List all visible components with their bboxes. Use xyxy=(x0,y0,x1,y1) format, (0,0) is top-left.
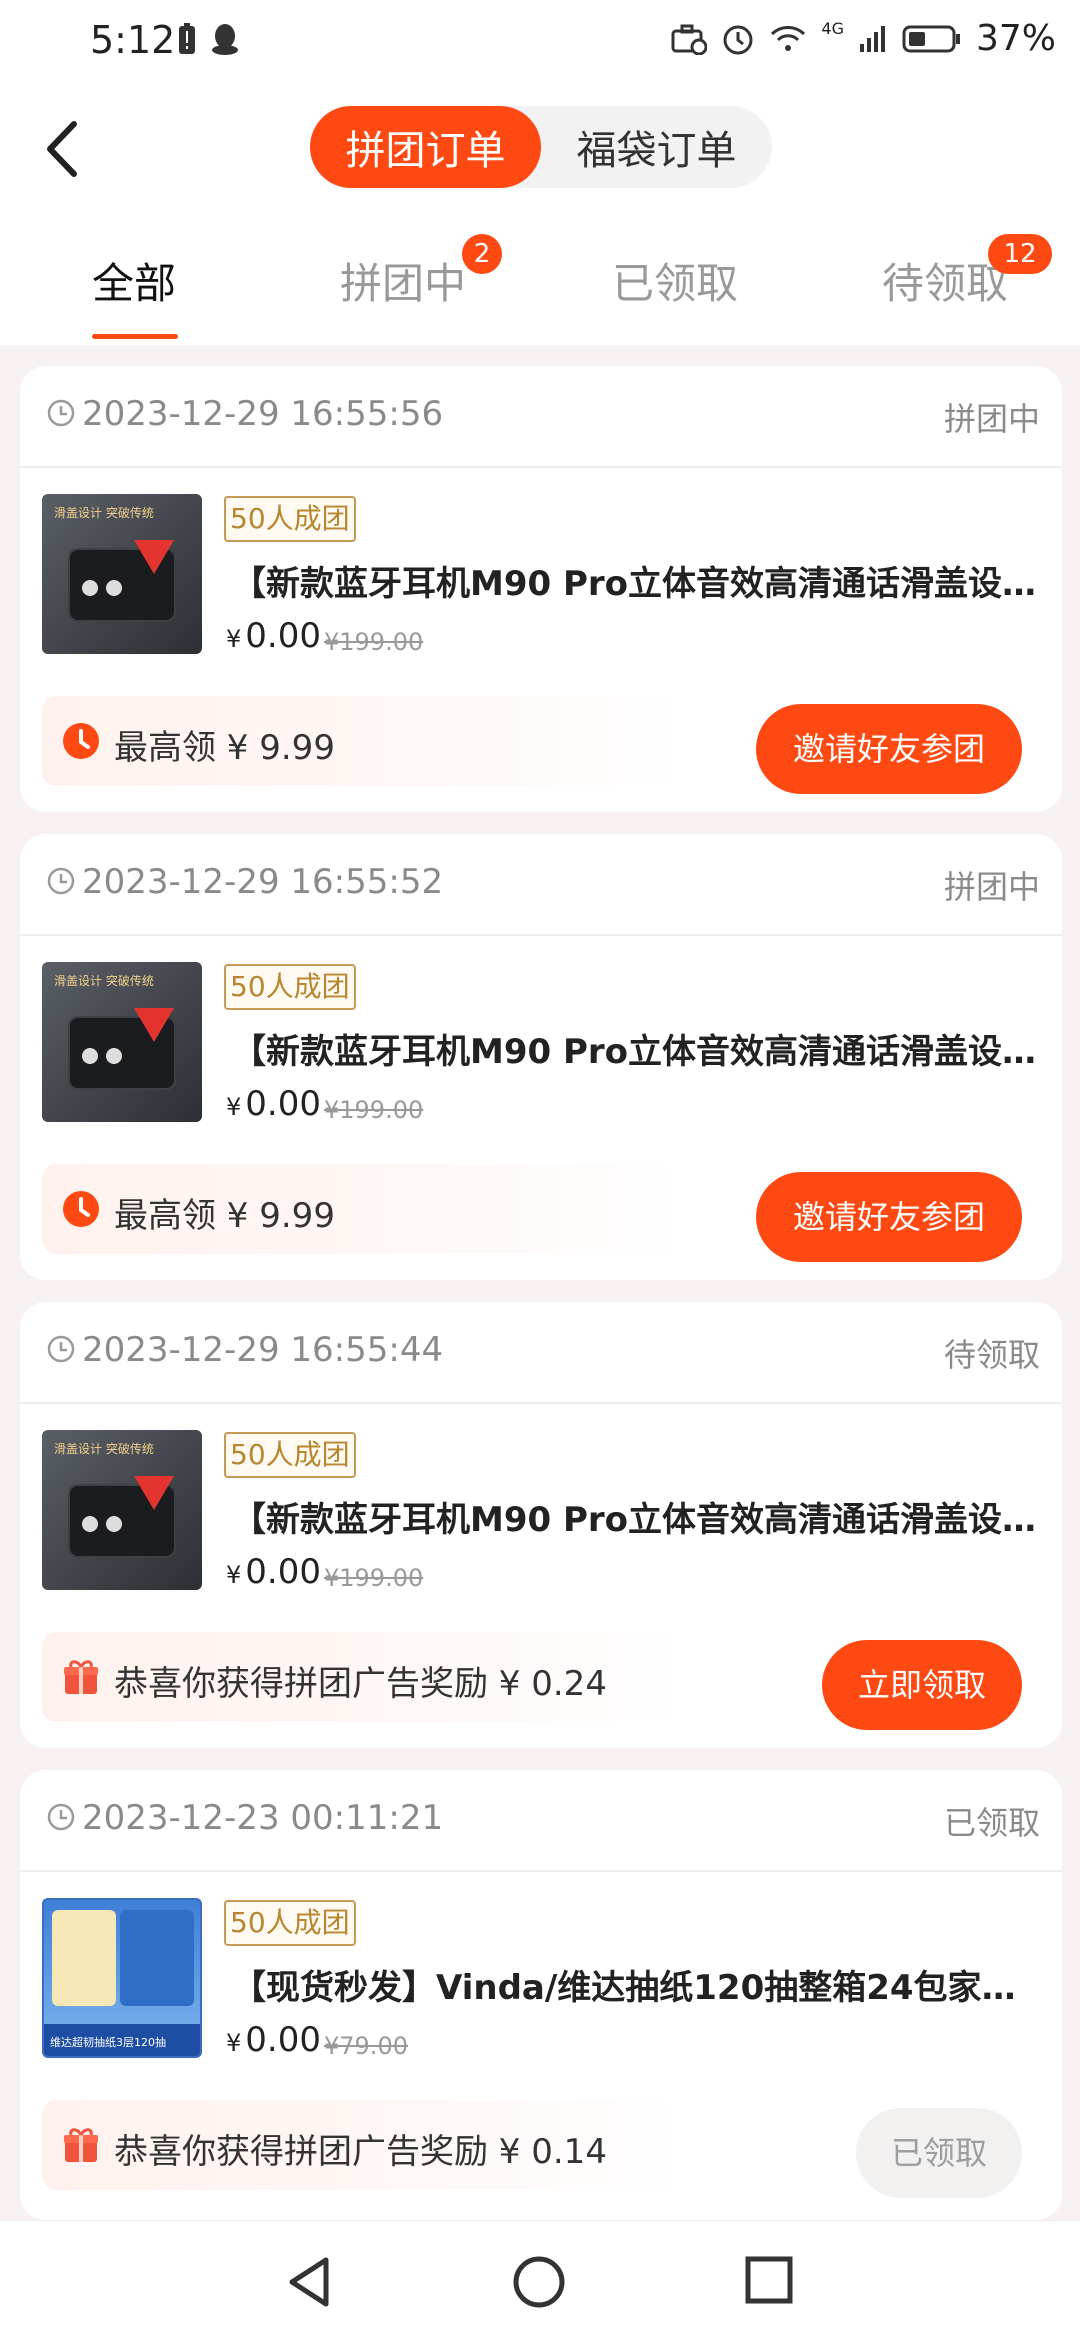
briefcase-icon xyxy=(671,24,708,55)
order-status: 拼团中 xyxy=(943,400,1040,438)
back-arrow-icon[interactable] xyxy=(34,114,94,184)
reward-strip: 最高领 ¥ 9.99 xyxy=(42,696,682,786)
battery-alert-icon xyxy=(179,23,195,54)
clock-outline-icon xyxy=(47,1335,75,1363)
product-title[interactable]: 【新款蓝牙耳机M90 Pro立体音效高清通话滑盖设计突破传统 xyxy=(232,556,1042,605)
claim-now-button[interactable]: 立即领取 xyxy=(822,1640,1022,1730)
order-status: 待领取 xyxy=(943,1336,1040,1374)
battery-icon xyxy=(902,25,960,52)
group-size-tag: 50人成团 xyxy=(224,964,356,1010)
gift-icon xyxy=(64,2128,98,2162)
order-card[interactable]: 2023-12-29 16:55:56 拼团中 滑盖设计 突破传统 50人成团 … xyxy=(20,366,1062,812)
order-card-header: 2023-12-29 16:55:56 拼团中 xyxy=(20,366,1062,468)
network-label: 4G xyxy=(821,19,844,38)
thumb-caption: 滑盖设计 突破传统 xyxy=(54,1442,154,1456)
original-price: ¥79.00 xyxy=(324,2032,408,2060)
segment-lucky-bag-orders[interactable]: 福袋订单 xyxy=(541,106,772,188)
order-type-switch: 拼团订单 福袋订单 xyxy=(310,106,772,188)
price: ¥0.00 xyxy=(226,616,321,656)
order-card-header: 2023-12-23 00:11:21 已领取 xyxy=(20,1770,1062,1872)
tab-grouping-badge: 2 xyxy=(462,234,502,274)
group-size-tag: 50人成团 xyxy=(224,496,356,542)
group-size-tag: 50人成团 xyxy=(224,1900,356,1946)
reward-strip: 恭喜你获得拼团广告奖励 ¥ 0.14 xyxy=(42,2100,682,2190)
order-card[interactable]: 2023-12-23 00:11:21 已领取 维达超韧抽纸3层120抽 50人… xyxy=(20,1770,1062,2220)
nav-home-icon[interactable] xyxy=(512,2255,566,2309)
product-thumbnail[interactable]: 滑盖设计 突破传统 xyxy=(42,962,202,1122)
clock-icon xyxy=(63,723,99,759)
thumb-caption: 维达超韧抽纸3层120抽 xyxy=(50,2036,166,2049)
tab-grouping[interactable]: 拼团中 xyxy=(340,250,466,311)
price: ¥0.00 xyxy=(226,2020,321,2060)
currency-symbol: ¥ xyxy=(226,1561,242,1589)
wifi-icon xyxy=(771,25,806,51)
reward-strip: 恭喜你获得拼团广告奖励 ¥ 0.24 xyxy=(42,1632,682,1722)
reward-text: 最高领 ¥ 9.99 xyxy=(114,1196,335,1236)
tab-claimed[interactable]: 已领取 xyxy=(612,250,738,311)
price-value: 0.00 xyxy=(245,1084,321,1124)
order-status: 已领取 xyxy=(943,1804,1040,1842)
reward-strip: 最高领 ¥ 9.99 xyxy=(42,1164,682,1254)
battery-percent: 37% xyxy=(975,18,1056,59)
product-thumbnail[interactable]: 滑盖设计 突破传统 xyxy=(42,494,202,654)
group-size-tag: 50人成团 xyxy=(224,1432,356,1478)
status-bar: 5:12 4G 37% xyxy=(0,0,1080,88)
tab-bar: 全部 拼团中 2 已领取 待领取 12 xyxy=(0,228,1080,339)
product-title[interactable]: 【新款蓝牙耳机M90 Pro立体音效高清通话滑盖设计突破传统 xyxy=(232,1492,1042,1541)
nav-recents-icon[interactable] xyxy=(744,2255,794,2305)
reward-text: 最高领 ¥ 9.99 xyxy=(114,728,335,768)
segment-group-orders[interactable]: 拼团订单 xyxy=(310,106,541,188)
thumb-caption: 滑盖设计 突破传统 xyxy=(54,974,154,988)
tab-pending-badge: 12 xyxy=(988,234,1052,274)
clock-icon xyxy=(63,1191,99,1227)
price: ¥0.00 xyxy=(226,1084,321,1124)
clock-outline-icon xyxy=(47,1803,75,1831)
reward-text: 恭喜你获得拼团广告奖励 ¥ 0.24 xyxy=(114,1664,607,1704)
product-title[interactable]: 【新款蓝牙耳机M90 Pro立体音效高清通话滑盖设计突破传统 xyxy=(232,1024,1042,1073)
header: 拼团订单 福袋订单 xyxy=(0,100,1080,200)
order-card-header: 2023-12-29 16:55:44 待领取 xyxy=(20,1302,1062,1404)
order-status: 拼团中 xyxy=(943,868,1040,906)
invite-friends-button[interactable]: 邀请好友参团 xyxy=(756,1172,1022,1262)
order-datetime: 2023-12-29 16:55:44 xyxy=(82,1330,444,1370)
original-price: ¥199.00 xyxy=(324,1096,424,1124)
clock-outline-icon xyxy=(47,399,75,427)
order-card[interactable]: 2023-12-29 16:55:52 拼团中 滑盖设计 突破传统 50人成团 … xyxy=(20,834,1062,1280)
product-thumbnail[interactable]: 维达超韧抽纸3层120抽 xyxy=(42,1898,202,2058)
order-card[interactable]: 2023-12-29 16:55:44 待领取 滑盖设计 突破传统 50人成团 … xyxy=(20,1302,1062,1748)
reward-text: 恭喜你获得拼团广告奖励 ¥ 0.14 xyxy=(114,2132,607,2172)
price: ¥0.00 xyxy=(226,1552,321,1592)
tab-all[interactable]: 全部 xyxy=(92,250,176,311)
price-value: 0.00 xyxy=(245,1552,321,1592)
alarm-icon xyxy=(723,25,753,54)
order-card-header: 2023-12-29 16:55:52 拼团中 xyxy=(20,834,1062,936)
status-time: 5:12 xyxy=(90,18,176,62)
original-price: ¥199.00 xyxy=(324,628,424,656)
tab-underline xyxy=(92,334,178,339)
qq-icon xyxy=(212,24,238,55)
signal-icon xyxy=(859,25,885,52)
currency-symbol: ¥ xyxy=(226,625,242,653)
currency-symbol: ¥ xyxy=(226,1093,242,1121)
currency-symbol: ¥ xyxy=(226,2029,242,2057)
clock-outline-icon xyxy=(47,867,75,895)
original-price: ¥199.00 xyxy=(324,1564,424,1592)
product-title[interactable]: 【现货秒发】Vinda/维达抽纸120抽整箱24包家庭装 xyxy=(232,1960,1042,2009)
claimed-button[interactable]: 已领取 xyxy=(856,2108,1022,2198)
system-nav-bar xyxy=(0,2220,1080,2341)
price-value: 0.00 xyxy=(245,616,321,656)
price-value: 0.00 xyxy=(245,2020,321,2060)
gift-icon xyxy=(64,1660,98,1694)
product-thumbnail[interactable]: 滑盖设计 突破传统 xyxy=(42,1430,202,1590)
thumb-caption: 滑盖设计 突破传统 xyxy=(54,506,154,520)
order-datetime: 2023-12-29 16:55:56 xyxy=(82,394,444,434)
nav-back-icon[interactable] xyxy=(284,2255,334,2309)
order-datetime: 2023-12-29 16:55:52 xyxy=(82,862,444,902)
order-datetime: 2023-12-23 00:11:21 xyxy=(82,1798,444,1838)
invite-friends-button[interactable]: 邀请好友参团 xyxy=(756,704,1022,794)
